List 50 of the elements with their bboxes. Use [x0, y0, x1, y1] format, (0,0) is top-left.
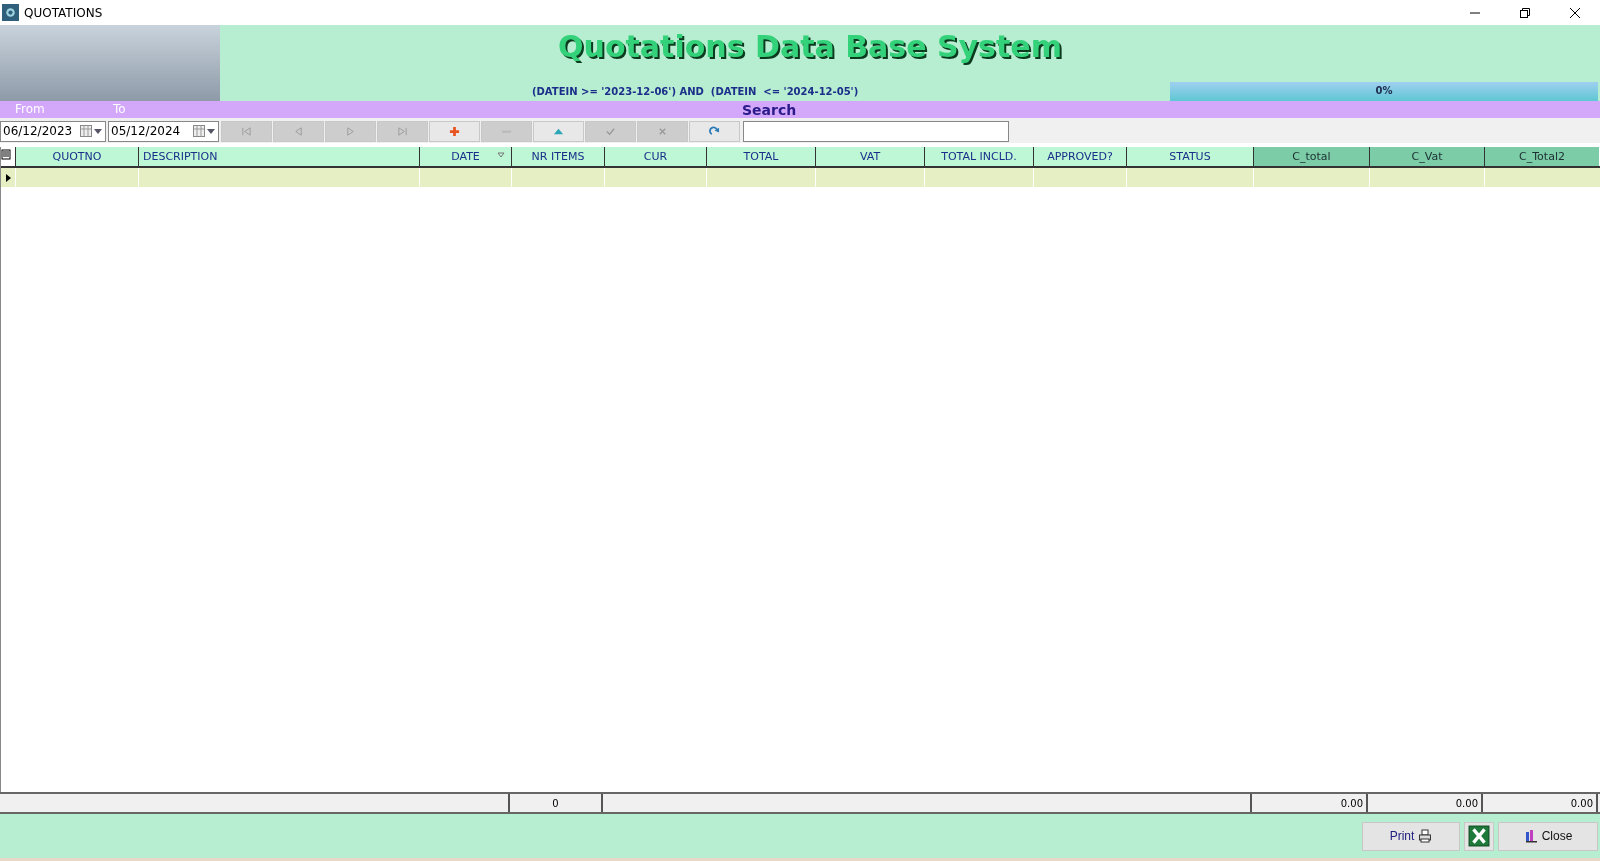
app-title: Quotations Data Base System: [557, 28, 1063, 66]
total-cell: 0.00: [1368, 794, 1483, 812]
excel-export-button[interactable]: [1464, 821, 1494, 851]
refresh-icon: [709, 125, 720, 137]
filter-expression: (DATEIN >= '2023-12-06') AND (DATEIN <= '2024-12-05'): [532, 86, 860, 99]
calendar-dropdown-icon[interactable]: [193, 125, 215, 137]
column-header[interactable]: DESCRIPTION: [138, 147, 419, 166]
window-title: QUOTATIONS: [24, 5, 103, 20]
grid-options-icon[interactable]: [1, 147, 13, 163]
restore-icon[interactable]: [1519, 6, 1531, 19]
column-header[interactable]: QUOTNO: [15, 147, 138, 166]
column-header[interactable]: STATUS: [1126, 147, 1253, 166]
from-date-field[interactable]: 06/12/2023: [0, 120, 106, 142]
column-header[interactable]: TOTAL: [706, 147, 815, 166]
total-cell: 0.00: [1483, 794, 1598, 812]
progress-reading: 0%: [1374, 85, 1394, 96]
row-indicator-icon: [4, 171, 12, 184]
column-header[interactable]: TOTAL INCLD.: [924, 147, 1033, 166]
filter-icon[interactable]: [497, 152, 505, 160]
close-button[interactable]: Close: [1498, 821, 1598, 851]
total-cell: 0.00: [1252, 794, 1368, 812]
from-label: From: [15, 102, 45, 116]
printer-icon: [1418, 829, 1433, 843]
navigator-button[interactable]: [429, 120, 480, 142]
check-icon: [605, 125, 616, 137]
column-header[interactable]: DATE: [419, 147, 511, 166]
column-header[interactable]: CUR: [604, 147, 706, 166]
calendar-dropdown-icon[interactable]: [80, 125, 102, 137]
spreadsheet-icon: [1468, 825, 1490, 847]
column-header[interactable]: C_total: [1253, 147, 1369, 166]
total-cell: 0: [510, 794, 603, 812]
to-date-field[interactable]: 05/12/2024: [108, 120, 219, 142]
column-header[interactable]: C_Vat: [1369, 147, 1484, 166]
navigator-button[interactable]: [689, 120, 740, 142]
close-icon[interactable]: [1569, 6, 1581, 19]
column-header[interactable]: APPROVED?: [1033, 147, 1126, 166]
to-label: To: [113, 102, 126, 116]
triangle-left-icon: [293, 125, 304, 137]
column-header[interactable]: VAT: [815, 147, 924, 166]
skip-start-icon: [241, 125, 252, 137]
column-header[interactable]: C_Total2: [1484, 147, 1599, 166]
column-header[interactable]: NR ITEMS: [511, 147, 604, 166]
triangle-right-icon: [345, 125, 356, 137]
navigator-button[interactable]: [533, 120, 584, 142]
plus-icon: [449, 125, 460, 137]
print-button[interactable]: Print: [1362, 821, 1460, 851]
search-label: Search: [742, 101, 797, 118]
app-icon: [2, 4, 19, 21]
search-field[interactable]: [743, 120, 1009, 142]
skip-end-icon: [397, 125, 408, 137]
